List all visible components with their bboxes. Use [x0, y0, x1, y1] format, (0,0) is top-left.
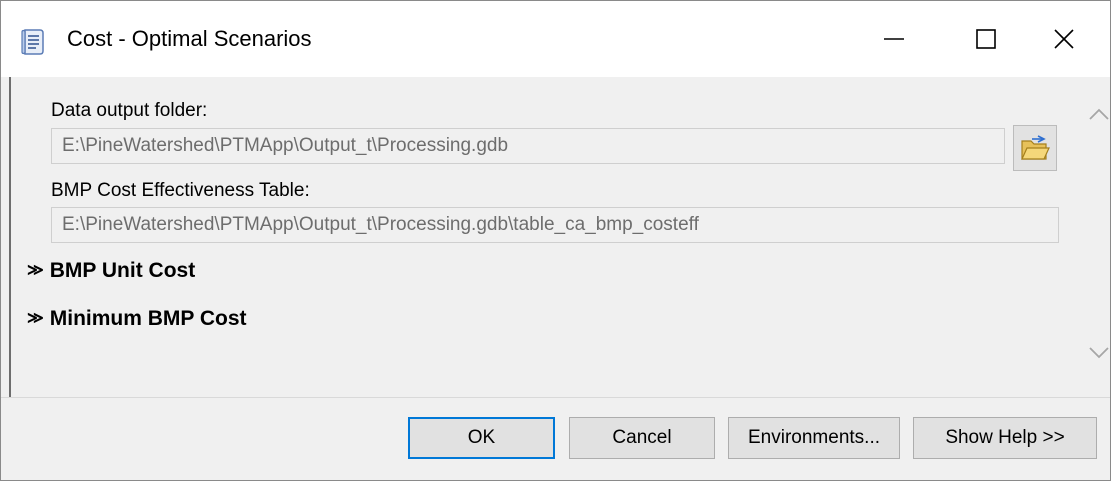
chevron-up-icon	[1089, 108, 1109, 120]
section-minimum-bmp-cost[interactable]: ≫ Minimum BMP Cost	[27, 307, 247, 331]
output-folder-label: Data output folder:	[51, 100, 208, 121]
minimize-button[interactable]	[848, 1, 940, 77]
section-bmp-unit-cost[interactable]: ≫ BMP Unit Cost	[27, 259, 195, 283]
parameters-panel[interactable]: Data output folder: E:\PineWatershed\PTM…	[9, 77, 1109, 397]
browse-button[interactable]	[1013, 125, 1057, 171]
cost-table-field[interactable]: E:\PineWatershed\PTMApp\Output_t\Process…	[51, 207, 1059, 243]
close-icon	[1054, 29, 1074, 49]
cancel-button[interactable]: Cancel	[569, 417, 715, 459]
close-button[interactable]	[1018, 1, 1110, 77]
minimize-icon	[884, 38, 904, 40]
ok-button[interactable]: OK	[408, 417, 555, 459]
section-label: BMP Unit Cost	[49, 259, 196, 282]
title-bar[interactable]: Cost - Optimal Scenarios	[1, 1, 1110, 77]
section-label: Minimum BMP Cost	[49, 307, 247, 330]
script-tool-icon	[16, 26, 48, 58]
window-title: Cost - Optimal Scenarios	[67, 26, 312, 51]
maximize-icon	[976, 29, 996, 49]
environments-button[interactable]: Environments...	[728, 417, 900, 459]
scroll-down-button[interactable]	[1087, 342, 1111, 362]
double-chevron-down-icon: ≫	[27, 262, 44, 279]
output-folder-field[interactable]: E:\PineWatershed\PTMApp\Output_t\Process…	[51, 128, 1005, 164]
dialog-window: Cost - Optimal Scenarios Data output fol…	[0, 0, 1111, 481]
folder-open-icon	[1021, 135, 1050, 160]
scroll-up-button[interactable]	[1087, 105, 1111, 125]
chevron-down-icon	[1089, 347, 1109, 359]
show-help-button[interactable]: Show Help >>	[913, 417, 1097, 459]
double-chevron-down-icon: ≫	[27, 310, 44, 327]
button-bar: OK Cancel Environments... Show Help >>	[1, 398, 1110, 480]
cost-table-label: BMP Cost Effectiveness Table:	[51, 180, 310, 201]
